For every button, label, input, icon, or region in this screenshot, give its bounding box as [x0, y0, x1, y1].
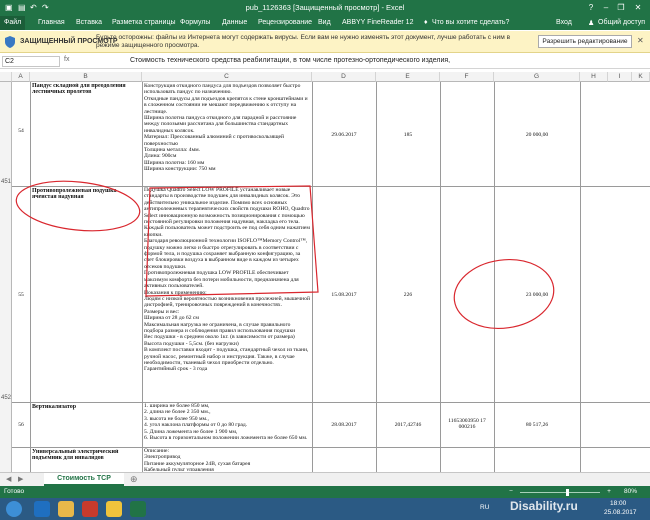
zoom-out-button[interactable]: − [506, 488, 516, 495]
excel-taskbar-icon[interactable] [130, 501, 146, 517]
clock-date[interactable]: 25.08.2017 [604, 509, 637, 516]
clock-time[interactable]: 18:00 [610, 500, 626, 507]
zoom-slider-thumb[interactable] [566, 489, 569, 496]
add-sheet-icon[interactable]: ⊕ [130, 474, 138, 485]
media-player-icon[interactable] [82, 501, 98, 517]
ie-icon[interactable] [34, 501, 50, 517]
watermark-text: Disability.ru [510, 499, 578, 513]
chrome-icon[interactable] [106, 501, 122, 517]
status-ready: Готово [4, 488, 25, 495]
language-indicator[interactable]: RU [480, 504, 489, 511]
red-annotation-circles [15, 180, 555, 329]
taskbar: RU Disability.ru 18:00 25.08.2017 [0, 498, 650, 520]
zoom-level[interactable]: 80% [624, 488, 637, 495]
next-sheet-icon[interactable]: ▶ [18, 475, 23, 483]
zoom-slider[interactable] [520, 492, 600, 493]
explorer-icon[interactable] [58, 501, 74, 517]
status-bar: Готово − + 80% [0, 486, 650, 498]
sheet-tab-tsr[interactable]: Стоимость ТСР [44, 473, 124, 486]
prev-sheet-icon[interactable]: ◀ [6, 475, 11, 483]
start-button-icon[interactable] [6, 501, 22, 517]
sheet-tabs-bar: ◀ ▶ Стоимость ТСР ⊕ [0, 472, 650, 486]
zoom-in-button[interactable]: + [604, 488, 614, 495]
